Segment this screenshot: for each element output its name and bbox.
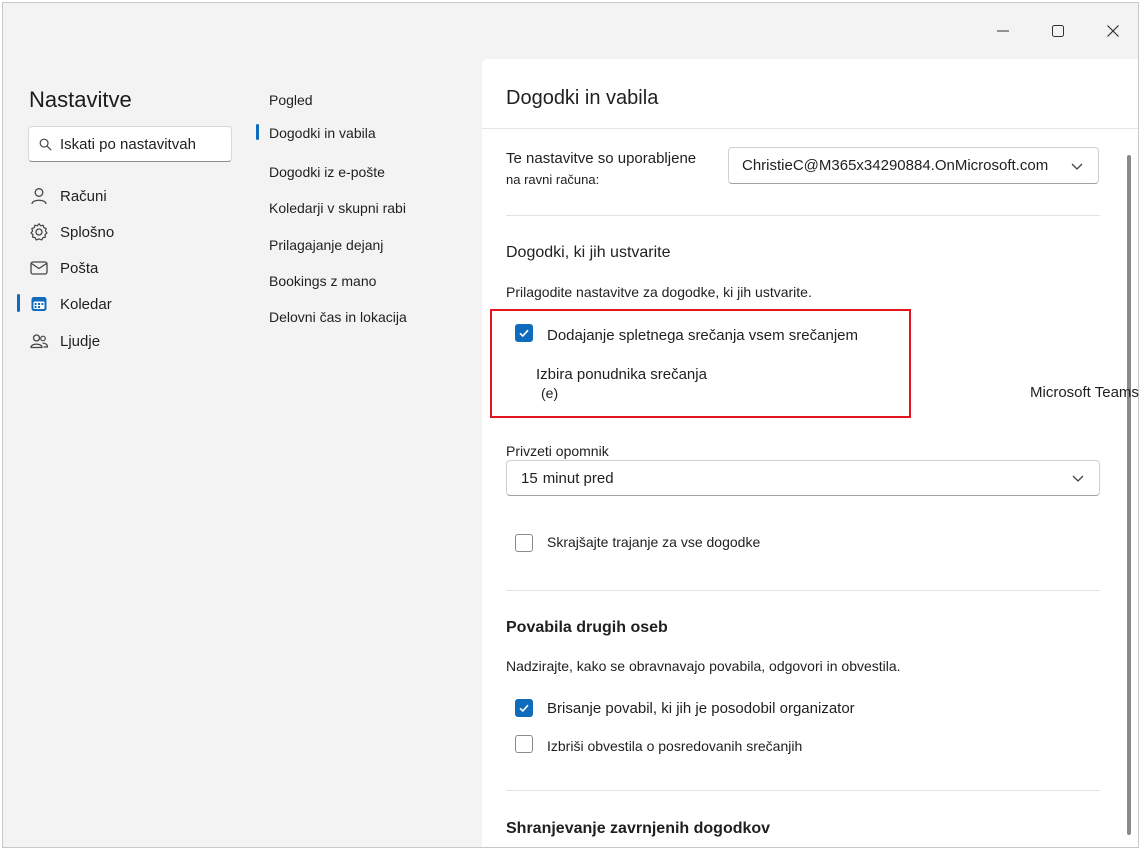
settings-pane: Dogodki in vabila Te nastavitve so upora… <box>482 59 1138 847</box>
delete-forwarded-checkbox[interactable] <box>515 735 533 753</box>
reminder-dropdown[interactable]: 15 minut pred <box>506 460 1100 496</box>
minimize-icon <box>997 30 1009 32</box>
meeting-provider-label: Izbira ponudnika srečanja <box>536 366 707 383</box>
section-desc-others: Nadzirajte, kako se obravnavajo povabila… <box>506 658 901 674</box>
settings-window: Nastavitve Računi Splošno Pošta <box>2 2 1139 848</box>
reminder-unit: minut pred <box>542 469 614 487</box>
subnav-item-events-invites[interactable]: Dogodki in vabila <box>269 125 376 141</box>
people-icon <box>29 331 49 351</box>
subnav-item-bookings[interactable]: Bookings z mano <box>269 273 376 289</box>
add-online-meeting-checkbox[interactable] <box>515 324 533 342</box>
divider <box>506 590 1100 591</box>
active-indicator <box>17 294 20 312</box>
provider-value: Microsoft Teams <box>1030 384 1139 401</box>
calendar-icon <box>29 294 49 314</box>
section-header-created: Dogodki, ki jih ustvarite <box>506 244 671 261</box>
subnav-item-view[interactable]: Pogled <box>269 92 313 108</box>
delete-updated-invites-checkbox[interactable] <box>515 699 533 717</box>
close-button[interactable] <box>1093 17 1133 45</box>
shorten-duration-checkbox[interactable] <box>515 534 533 552</box>
search-input[interactable] <box>60 135 220 153</box>
settings-nav: Nastavitve Računi Splošno Pošta <box>3 59 255 847</box>
nav-item-accounts[interactable]: Računi <box>29 181 249 211</box>
chevron-down-icon <box>1072 475 1084 482</box>
gear-icon <box>29 222 49 242</box>
maximize-button[interactable] <box>1038 17 1078 45</box>
close-icon <box>1107 25 1119 37</box>
section-desc-created: Prilagodite nastavitve za dogodke, ki ji… <box>506 284 812 300</box>
mail-icon <box>29 258 49 278</box>
applied-label: Te nastavitve so uporabljene <box>506 150 697 167</box>
account-dropdown[interactable]: ChristieC@M365x34290884.OnMicrosoft.com <box>728 147 1099 184</box>
nav-item-label: Pošta <box>60 259 99 277</box>
section-header-saving: Shranjevanje zavrnjenih dogodkov <box>506 820 771 837</box>
checkmark-icon <box>519 704 529 713</box>
nav-item-people[interactable]: Ljudje <box>29 326 249 356</box>
checkmark-icon <box>519 329 529 338</box>
nav-item-calendar[interactable]: Koledar <box>29 289 249 319</box>
search-icon <box>39 138 52 150</box>
nav-item-label: Ljudje <box>60 332 101 350</box>
delete-updated-invites-label: Brisanje povabil, ki jih je posodobil or… <box>547 700 855 717</box>
title-divider <box>482 128 1138 129</box>
calendar-subnav: Pogled Dogodki in vabila Dogodki iz e-po… <box>255 59 482 847</box>
settings-title: Nastavitve <box>29 87 132 112</box>
section-header-others: Povabila drugih oseb <box>506 619 668 636</box>
divider <box>506 790 1100 791</box>
minimize-button[interactable] <box>983 17 1023 45</box>
page-title: Dogodki in vabila <box>506 87 659 109</box>
nav-item-mail[interactable]: Pošta <box>29 253 249 283</box>
reminder-label: Privzeti opomnik <box>506 443 609 459</box>
reminder-value: 15 <box>521 469 538 487</box>
title-bar <box>3 3 1138 59</box>
subnav-item-shared-calendars[interactable]: Koledarji v skupni rabi <box>269 200 406 216</box>
subnav-active-indicator <box>256 124 259 140</box>
nav-item-label: Splošno <box>60 223 115 241</box>
add-online-meeting-label: Dodajanje spletnega srečanja vsem srečan… <box>547 327 859 344</box>
applied-sublabel: na ravni računa: <box>506 172 600 187</box>
account-value: ChristieC@M365x34290884.OnMicrosoft.com <box>742 157 1049 174</box>
subnav-item-work-hours[interactable]: Delovni čas in lokacija <box>269 309 407 325</box>
subnav-item-customize-actions[interactable]: Prilagajanje dejanj <box>269 237 383 253</box>
scrollbar[interactable] <box>1127 155 1131 835</box>
delete-forwarded-label: Izbriši obvestila o posredovanih srečanj… <box>547 738 803 754</box>
subnav-item-events-from-email[interactable]: Dogodki iz e-pošte <box>269 164 385 180</box>
nav-item-label: Računi <box>60 187 107 205</box>
nav-item-label: Koledar <box>60 295 112 313</box>
maximize-icon <box>1052 25 1064 37</box>
divider <box>506 215 1100 216</box>
person-icon <box>29 186 49 206</box>
chevron-down-icon <box>1071 163 1083 170</box>
provider-option[interactable]: (e) <box>541 385 558 401</box>
settings-search[interactable] <box>28 126 232 162</box>
nav-item-general[interactable]: Splošno <box>29 217 249 247</box>
shorten-duration-label: Skrajšajte trajanje za vse dogodke <box>547 534 761 550</box>
